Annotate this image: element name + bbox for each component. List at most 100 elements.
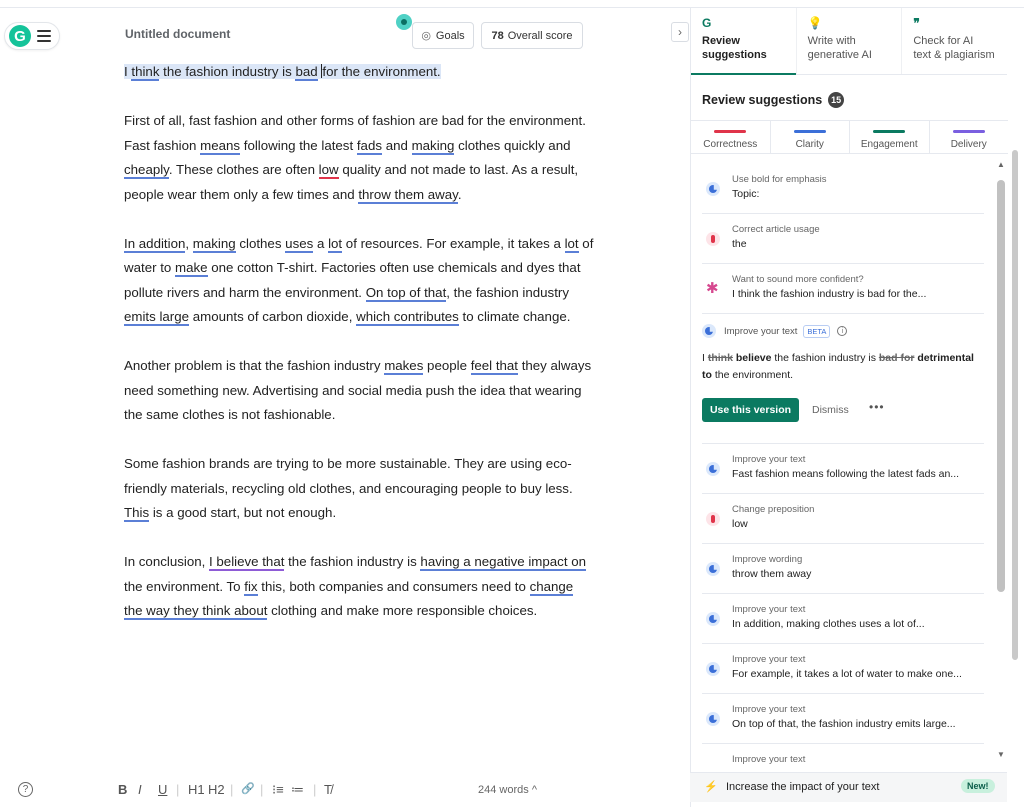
- dismiss-button[interactable]: Dismiss: [812, 404, 849, 416]
- category-filters: Correctness Clarity Engagement Delivery: [691, 120, 1008, 154]
- paragraph: I think the fashion industry is bad for …: [124, 64, 441, 81]
- score-label: Overall score: [507, 29, 573, 42]
- suggestion-underline[interactable]: This: [124, 505, 150, 522]
- divider: |: [313, 782, 317, 797]
- chevron-up-icon: ^: [531, 784, 537, 796]
- help-icon[interactable]: ?: [18, 782, 33, 797]
- link-icon[interactable]: 🔗: [241, 782, 255, 795]
- suggestion-underline[interactable]: low: [318, 162, 339, 179]
- suggestion-card[interactable]: Improve your text Fast fashion means fol…: [702, 444, 984, 494]
- scroll-down-icon[interactable]: ▼: [997, 750, 1005, 759]
- expanded-suggestion-card: Improve your text BETA i I think believe…: [702, 314, 984, 444]
- suggestion-card[interactable]: Correct article usage the: [702, 214, 984, 264]
- divider: |: [230, 782, 234, 797]
- divider: |: [176, 782, 180, 797]
- format-toolbar: ? B I U | H1 H2 | 🔗 | ⁝≡ ≔ | T̸ 244 word…: [0, 776, 690, 806]
- goals-label: Goals: [435, 29, 465, 42]
- category-delivery[interactable]: Delivery: [930, 121, 1009, 153]
- correctness-icon: [706, 232, 720, 246]
- suggestion-underline[interactable]: making: [192, 235, 236, 253]
- category-clarity[interactable]: Clarity: [771, 121, 850, 153]
- category-correctness[interactable]: Correctness: [691, 121, 771, 153]
- suggestion-card[interactable]: Change preposition low: [702, 494, 984, 544]
- scroll-thumb[interactable]: [1012, 150, 1018, 660]
- suggestion-underline[interactable]: which contributes: [356, 309, 459, 326]
- clarity-icon: [706, 562, 720, 576]
- suggestion-underline[interactable]: cheaply: [124, 162, 169, 179]
- tone-icon: [706, 279, 720, 297]
- suggestion-underline[interactable]: means: [200, 137, 241, 155]
- suggestion-underline[interactable]: making: [411, 137, 455, 155]
- suggestion-underline[interactable]: having a negative impact on: [420, 554, 587, 571]
- heading1-button[interactable]: H1: [188, 782, 205, 797]
- category-engagement[interactable]: Engagement: [850, 121, 930, 153]
- tab-ai-plagiarism[interactable]: ❞ Check for AI text & plagiarism: [902, 8, 1007, 74]
- suggestion-card[interactable]: Improve your text For example, it takes …: [702, 644, 984, 694]
- suggestion-underline[interactable]: In addition: [124, 235, 186, 253]
- grammarly-g-icon: G: [9, 25, 31, 47]
- overall-score-button[interactable]: 78 Overall score: [481, 22, 583, 49]
- divider: |: [260, 782, 264, 797]
- suggestion-preview: I think believe the fashion industry is …: [702, 352, 974, 381]
- suggestion-underline[interactable]: makes: [384, 358, 424, 375]
- suggestion-underline[interactable]: uses: [285, 235, 314, 253]
- scroll-thumb[interactable]: [997, 180, 1005, 592]
- bold-button[interactable]: B: [118, 782, 127, 797]
- bullet-list-icon[interactable]: ≔: [291, 782, 304, 798]
- window-scrollbar[interactable]: [1010, 140, 1020, 660]
- suggestion-list: Use bold for emphasis Topic: Correct art…: [702, 164, 984, 766]
- lightbulb-icon: 💡: [807, 16, 823, 30]
- paragraph: Some fashion brands are trying to be mor…: [124, 456, 573, 522]
- clarity-icon: [706, 182, 720, 196]
- word-count[interactable]: 244 words ^: [478, 784, 537, 796]
- italic-button[interactable]: I: [138, 782, 142, 797]
- suggestion-underline[interactable]: lot: [328, 235, 343, 253]
- suggestion-underline[interactable]: emits large: [124, 309, 190, 326]
- paragraph: Another problem is that the fashion indu…: [124, 358, 592, 422]
- grammarly-logo-menu[interactable]: G: [4, 22, 60, 50]
- suggestion-card[interactable]: Improve wording throw them away: [702, 544, 984, 594]
- suggestion-card[interactable]: Want to sound more confident? I think th…: [702, 264, 984, 314]
- suggestion-count-badge: 15: [828, 92, 845, 108]
- clarity-icon: [706, 462, 720, 476]
- document-title[interactable]: Untitled document: [125, 27, 230, 41]
- clear-format-icon[interactable]: T̸: [324, 782, 332, 797]
- suggestion-card[interactable]: Use bold for emphasis Topic:: [702, 164, 984, 214]
- suggestion-underline[interactable]: make: [175, 260, 208, 277]
- use-this-version-button[interactable]: Use this version: [702, 398, 799, 422]
- suggestion-underline[interactable]: fads: [356, 137, 382, 155]
- suggestion-card[interactable]: Improve your text On top of that, the fa…: [702, 694, 984, 744]
- suggestion-underline[interactable]: bad: [295, 64, 318, 81]
- score-value: 78: [491, 29, 504, 42]
- heading2-button[interactable]: H2: [208, 782, 225, 797]
- goals-button[interactable]: ◎ Goals: [412, 22, 474, 49]
- suggestion-underline[interactable]: throw them away: [358, 186, 458, 204]
- tab-review-suggestions[interactable]: G Review suggestions: [691, 8, 797, 75]
- suggestion-card[interactable]: Improve your text In addition, making cl…: [702, 594, 984, 644]
- document-editor[interactable]: I think the fashion industry is bad for …: [124, 60, 594, 648]
- suggestion-underline[interactable]: lot: [564, 235, 579, 253]
- scroll-up-icon[interactable]: ▲: [997, 160, 1005, 169]
- menu-icon: [37, 27, 51, 45]
- ordered-list-icon[interactable]: ⁝≡: [272, 782, 284, 798]
- status-dot-icon: [396, 14, 412, 30]
- paragraph: First of all, fast fashion and other for…: [124, 113, 586, 204]
- suggestion-underline[interactable]: think: [131, 64, 160, 81]
- suggestion-underline[interactable]: I believe that: [209, 554, 285, 571]
- correctness-icon: [706, 512, 720, 526]
- underline-button[interactable]: U: [158, 782, 167, 797]
- info-icon[interactable]: i: [837, 326, 848, 336]
- collapse-panel-button[interactable]: ›: [671, 22, 689, 42]
- quote-icon: ❞: [913, 16, 920, 30]
- more-options-icon[interactable]: •••: [869, 400, 885, 414]
- impact-banner[interactable]: ⚡ Increase the impact of your text New!: [690, 772, 1007, 802]
- tab-generative-ai[interactable]: 💡 Write with generative AI: [797, 8, 903, 74]
- top-border: [0, 0, 1024, 8]
- suggestion-underline[interactable]: fix: [244, 578, 258, 596]
- suggestion-underline[interactable]: feel that: [470, 358, 518, 375]
- suggestion-underline[interactable]: On top of that: [365, 284, 447, 302]
- panel-tabs: G Review suggestions 💡 Write with generati…: [691, 8, 1007, 75]
- impact-text: Increase the impact of your text: [726, 781, 880, 793]
- panel-scrollbar[interactable]: ▲ ▼: [995, 160, 1007, 765]
- suggestion-card[interactable]: Improve your text: [702, 744, 984, 766]
